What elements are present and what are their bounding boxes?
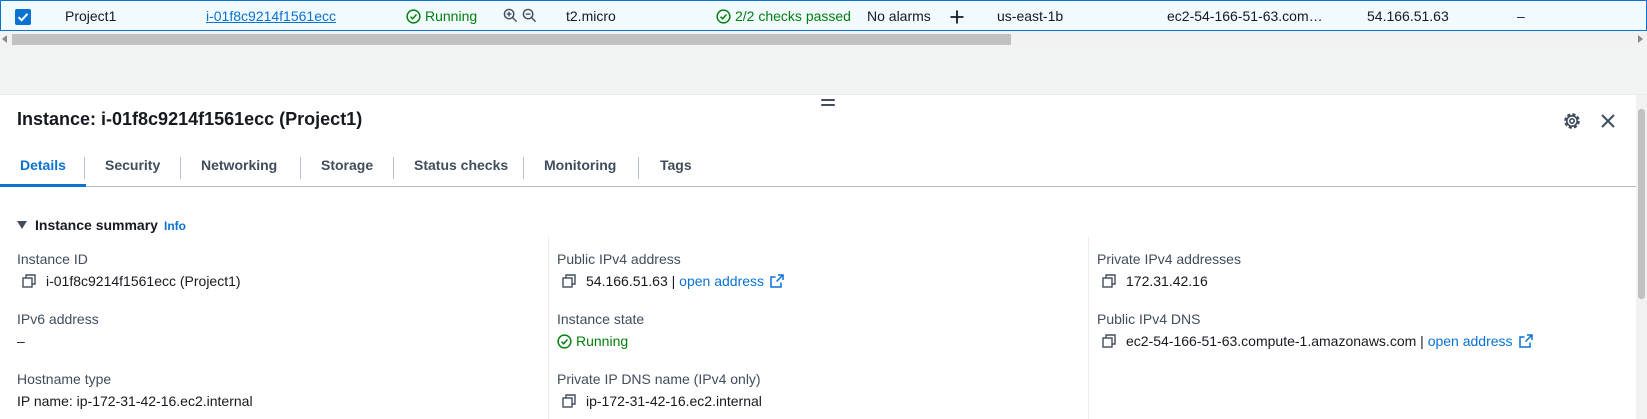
hostname-type-label: Hostname type <box>17 371 112 387</box>
instance-id-text: i-01f8c9214f1561ecc (Project1) <box>46 273 241 289</box>
status-success-icon <box>716 9 731 24</box>
tab-storage[interactable]: Storage <box>301 149 393 187</box>
instance-id-label: Instance ID <box>17 251 88 267</box>
instance-details-panel: Instance: i-01f8c9214f1561ecc (Project1)… <box>0 94 1647 419</box>
settings-button[interactable] <box>1562 111 1582 131</box>
cell-name: Project1 <box>65 8 117 24</box>
scroll-right-arrow-icon[interactable] <box>1638 35 1643 43</box>
copy-icon[interactable] <box>562 274 576 291</box>
column-divider <box>1088 237 1089 419</box>
tab-status-checks[interactable]: Status checks <box>394 149 528 187</box>
cell-alarms: No alarms <box>867 8 931 24</box>
panel-vertical-scrollbar[interactable] <box>1636 95 1647 419</box>
status-success-icon <box>557 334 572 349</box>
zoom-controls <box>503 8 537 24</box>
row-checkbox[interactable] <box>15 9 31 25</box>
private-dns-text: ip-172-31-42-16.ec2.internal <box>586 393 762 409</box>
private-ipv4-value: 172.31.42.16 <box>1102 273 1208 291</box>
checkbox-checked-icon <box>17 13 29 22</box>
tab-divider <box>638 157 639 179</box>
external-link-icon[interactable] <box>770 274 784 291</box>
copy-icon[interactable] <box>562 394 576 411</box>
instance-summary-toggle[interactable]: Instance summary <box>17 217 158 233</box>
settings-icon <box>1564 113 1580 129</box>
open-address-link[interactable]: open address <box>679 273 764 289</box>
details-tabs: Details Security Networking Storage Stat… <box>0 149 1636 187</box>
cell-state-text: Running <box>425 8 478 24</box>
cell-status-checks: 2/2 checks passed <box>716 1 851 32</box>
cell-public-dns: ec2-54-166-51-63.com… <box>1167 8 1323 24</box>
copy-icon[interactable] <box>1102 274 1116 291</box>
separator: | <box>1420 333 1424 349</box>
close-panel-button[interactable] <box>1598 111 1618 131</box>
external-link-icon[interactable] <box>1518 334 1533 351</box>
ipv6-value: – <box>17 333 25 349</box>
cell-public-ip: 54.166.51.63 <box>1367 8 1449 24</box>
cell-instance-id-link[interactable]: i-01f8c9214f1561ecc <box>206 1 336 32</box>
public-ipv4-value: 54.166.51.63 | open address <box>562 273 784 291</box>
cell-availability-zone: us-east-1b <box>997 8 1064 24</box>
table-horizontal-scrollbar[interactable] <box>0 31 1647 48</box>
open-address-link[interactable]: open address <box>1428 333 1513 349</box>
tab-networking[interactable]: Networking <box>181 149 297 187</box>
public-ipv4-text: 54.166.51.63 <box>586 273 668 289</box>
scroll-left-arrow-icon[interactable] <box>2 35 7 43</box>
tab-tags[interactable]: Tags <box>640 149 712 187</box>
column-divider <box>548 237 549 419</box>
instance-state-value: Running <box>557 333 628 349</box>
table-footer-space <box>0 48 1647 94</box>
copy-icon[interactable] <box>1102 334 1116 351</box>
cell-extra: – <box>1517 8 1525 24</box>
info-link[interactable]: Info <box>164 219 186 233</box>
hostname-type-value: IP name: ip-172-31-42-16.ec2.internal <box>17 393 253 409</box>
cell-instance-type: t2.micro <box>566 8 616 24</box>
private-ipv4-text: 172.31.42.16 <box>1126 273 1208 289</box>
ipv6-label: IPv6 address <box>17 311 99 327</box>
caret-down-icon <box>17 221 27 229</box>
zoom-out-icon[interactable] <box>522 8 537 23</box>
private-dns-label: Private IP DNS name (IPv4 only) <box>557 371 761 387</box>
instance-state-text: Running <box>576 333 629 349</box>
cell-checks-text: 2/2 checks passed <box>735 8 851 24</box>
private-ipv4-label: Private IPv4 addresses <box>1097 251 1241 267</box>
close-icon <box>1601 114 1615 128</box>
panel-title: Instance: i-01f8c9214f1561ecc (Project1) <box>17 109 363 129</box>
copy-icon[interactable] <box>22 274 36 291</box>
scrollbar-thumb[interactable] <box>12 34 1011 45</box>
scrollbar-thumb[interactable] <box>1638 109 1645 299</box>
plus-icon <box>950 10 964 24</box>
tab-security[interactable]: Security <box>85 149 180 187</box>
public-dns-value: ec2-54-166-51-63.compute-1.amazonaws.com… <box>1102 333 1533 351</box>
status-success-icon <box>406 9 421 24</box>
zoom-in-icon[interactable] <box>503 8 518 23</box>
tab-details[interactable]: Details <box>0 149 86 187</box>
tab-monitoring[interactable]: Monitoring <box>524 149 636 187</box>
cell-instance-state: Running <box>406 1 477 32</box>
add-alarm-button[interactable] <box>949 9 965 25</box>
instance-state-label: Instance state <box>557 311 645 327</box>
public-dns-text: ec2-54-166-51-63.compute-1.amazonaws.com <box>1126 333 1417 349</box>
instance-id-value: i-01f8c9214f1561ecc (Project1) <box>22 273 241 291</box>
section-heading: Instance summary <box>35 217 158 233</box>
separator: | <box>671 273 676 289</box>
public-ipv4-label: Public IPv4 address <box>557 251 681 267</box>
private-dns-value: ip-172-31-42-16.ec2.internal <box>562 393 762 411</box>
public-dns-label: Public IPv4 DNS <box>1097 311 1201 327</box>
drag-handle-icon[interactable] <box>821 99 835 107</box>
instance-table-row[interactable]: Project1 i-01f8c9214f1561ecc Running t2.… <box>0 0 1647 31</box>
